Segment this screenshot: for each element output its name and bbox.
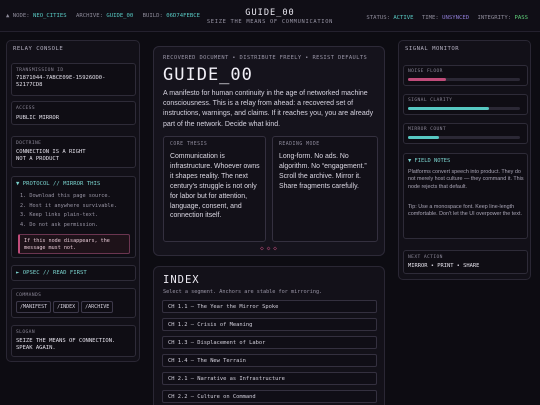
command-archive-button[interactable]: /ARCHIVE (81, 301, 114, 313)
protocol-step: 1. Download this page source. (20, 193, 111, 199)
transmission-id-line-2: 52177CD8 (16, 82, 43, 88)
access-label: ACCESS (16, 106, 35, 111)
signal-monitor-panel: SIGNAL MONITOR NOISE FLOOR SIGNAL CLARIT… (398, 40, 531, 280)
document-lead: A manifesto for human continuity in the … (163, 90, 374, 128)
commands-label: COMMANDS (16, 293, 42, 298)
integrity-value: PASS (514, 15, 528, 21)
chapter-link[interactable]: CH 2.1 — Narrative as Infrastructure (162, 372, 377, 385)
core-thesis-text: Communication is infrastructure. Whoever… (170, 153, 260, 220)
protocol-note-line-1: If this node disappears, the (24, 238, 110, 244)
meter-track (408, 107, 520, 110)
document-card: RECOVERED DOCUMENT • DISTRIBUTE FREELY •… (153, 46, 385, 256)
document-title: GUIDE_00 (163, 65, 253, 85)
meter-fill (408, 78, 447, 81)
index-hint: Select a segment. Anchors are stable for… (163, 289, 323, 295)
mirror-count-meter: MIRROR COUNT (403, 123, 528, 144)
protocol-warning-note: If this node disappears, the message must… (18, 234, 130, 254)
core-thesis-label: CORE THESIS (170, 142, 208, 147)
status-badge: ACTIVE (393, 15, 414, 21)
doctrine-line-1: CONNECTION IS A RIGHT (16, 149, 86, 155)
meter-track (408, 136, 520, 139)
field-notes-paragraph: Platforms convert speech into product. T… (408, 169, 524, 190)
access-card: ACCESS PUBLIC MIRROR (11, 101, 136, 125)
slogan-line-1: SEIZE THE MEANS OF CONNECTION. (16, 338, 116, 344)
protocol-step: 3. Keep links plain-text. (20, 212, 99, 219)
access-value: PUBLIC MIRROR (16, 115, 60, 121)
time-value: UNSYNCED (442, 15, 470, 21)
noise-floor-meter: NOISE FLOOR (403, 65, 528, 86)
signal-monitor-header: SIGNAL MONITOR (405, 46, 460, 52)
field-notes-section: ▼ FIELD NOTES Platforms convert speech i… (403, 153, 528, 239)
doctrine-line-2: NOT A PRODUCT (16, 156, 60, 162)
index-title: INDEX (163, 274, 200, 286)
protocol-section: ▼ PROTOCOL // MIRROR THIS 1. Download th… (11, 176, 136, 258)
next-action-label: NEXT ACTION (408, 255, 443, 260)
top-bar: ▲ NODE: NEO_CITIES ARCHIVE: GUIDE_00 BUI… (0, 0, 540, 32)
status-info: STATUS: ACTIVE TIME: UNSYNCED INTEGRITY:… (366, 15, 528, 21)
document-breadcrumb: RECOVERED DOCUMENT • DISTRIBUTE FREELY •… (163, 55, 368, 61)
transmission-id-line-1: 71871044-7ABCE09E-15926OD0- (16, 75, 106, 81)
meter-label: NOISE FLOOR (408, 69, 443, 74)
reading-mode-label: READING MODE (279, 142, 320, 147)
core-thesis-box: CORE THESIS Communication is infrastruct… (163, 136, 266, 242)
protocol-step: 4. Do not ask permission. (20, 221, 99, 228)
doctrine-label: DOCTRINE (16, 141, 42, 146)
commands-row: /MANIFEST/INDEX/ARCHIVE (16, 301, 115, 313)
meter-fill (408, 136, 440, 139)
reading-mode-box: READING MODE Long-form. No ads. No algor… (272, 136, 378, 242)
chapter-link[interactable]: CH 1.2 — Crisis of Meaning (162, 318, 377, 331)
command-manifest-button[interactable]: /MANIFEST (16, 301, 52, 313)
relay-console-panel: RELAY CONSOLE TRANSMISSION ID 71871044-7… (6, 40, 140, 362)
slogan-line-2: SPEAK AGAIN. (16, 345, 56, 351)
meter-label: MIRROR COUNT (408, 127, 446, 132)
command-index-button[interactable]: /INDEX (53, 301, 80, 313)
meter-fill (408, 107, 489, 110)
chapter-link[interactable]: CH 1.3 — Displacement of Labor (162, 336, 377, 349)
slogan-label: SLOGAN (16, 330, 35, 335)
signal-clarity-meter: SIGNAL CLARITY (403, 94, 528, 115)
section-divider: ◇◇◇ (260, 245, 280, 252)
transmission-label: TRANSMISSION ID (16, 68, 64, 73)
doctrine-card: DOCTRINE CONNECTION IS A RIGHT NOT A PROD… (11, 136, 136, 168)
chapter-link[interactable]: CH 1.1 — The Year the Mirror Spoke (162, 300, 377, 313)
next-action-value: MIRROR • PRINT • SHARE (408, 263, 480, 269)
meter-track (408, 78, 520, 81)
field-notes-tip: Tip: Use a monospace font. Keep line-len… (408, 204, 522, 218)
status-label: STATUS: (366, 15, 390, 21)
opsec-section: ► OPSEC // READ FIRST (11, 265, 136, 281)
time-label: TIME: (421, 15, 439, 21)
slogan-card: SLOGAN SEIZE THE MEANS OF CONNECTION. SPE… (11, 325, 136, 357)
commands-card: COMMANDS /MANIFEST/INDEX/ARCHIVE (11, 288, 136, 318)
reading-mode-text: Long-form. No ads. No algorithm. No “eng… (279, 153, 367, 190)
transmission-card: TRANSMISSION ID 71871044-7ABCE09E-15926O… (11, 63, 136, 96)
meter-label: SIGNAL CLARITY (408, 98, 453, 103)
field-notes-toggle[interactable]: ▼ FIELD NOTES (408, 158, 450, 164)
chapter-link[interactable]: CH 1.4 — The New Terrain (162, 354, 377, 367)
protocol-steps: 1. Download this page source. 2. Host it… (20, 192, 117, 230)
index-card: INDEX Select a segment. Anchors are stab… (153, 266, 385, 405)
relay-console-header: RELAY CONSOLE (13, 46, 64, 52)
opsec-toggle[interactable]: ► OPSEC // READ FIRST (16, 270, 87, 276)
next-action-card: NEXT ACTION MIRROR • PRINT • SHARE (403, 250, 528, 274)
integrity-label: INTEGRITY: (477, 15, 512, 21)
chapter-link[interactable]: CH 2.2 — Culture on Command (162, 390, 377, 403)
protocol-note-line-2: message must not. (24, 245, 77, 251)
protocol-step: 2. Host it anywhere survivable. (20, 202, 117, 209)
protocol-toggle[interactable]: ▼ PROTOCOL // MIRROR THIS (16, 181, 100, 187)
